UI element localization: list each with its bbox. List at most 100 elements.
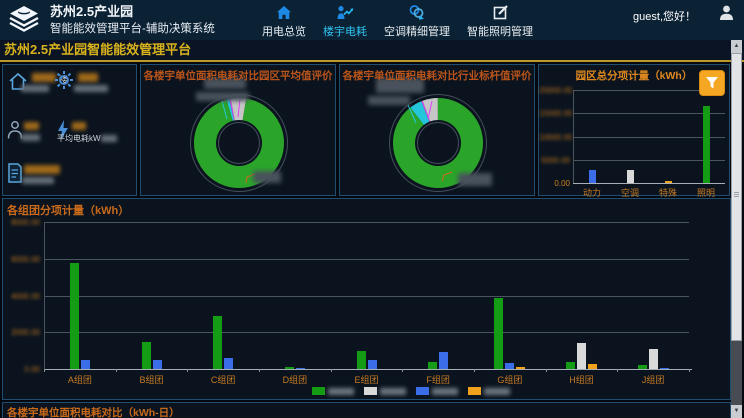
redacted-callout-label	[196, 92, 249, 101]
x-axis-category-label: J组团	[642, 373, 665, 386]
legend-item-blue[interactable]	[416, 387, 458, 395]
donut-panel-park-average: 各楼宇单位面积电耗对比园区平均值评价	[140, 64, 336, 196]
brand-title: 苏州2.5产业园	[50, 4, 215, 20]
bar-J组团-blue[interactable]	[660, 368, 669, 369]
bar-B组团-blue[interactable]	[153, 360, 162, 369]
stat-value-redacted	[72, 122, 86, 130]
x-axis-tick	[187, 369, 188, 372]
bar-H组团-orange[interactable]	[588, 364, 597, 369]
x-axis-line	[44, 369, 692, 370]
home-icon	[275, 4, 293, 21]
stat-label-redacted	[74, 85, 108, 92]
y-axis-tick-label: 0.00	[3, 365, 40, 374]
redacted-callout-label	[253, 171, 281, 183]
x-axis-category-label: A组团	[68, 373, 92, 386]
legend-item-green[interactable]	[312, 387, 354, 395]
y-axis-tick-label: 0.00	[539, 179, 570, 188]
scrollbar-up-arrow[interactable]: ▲	[731, 40, 742, 53]
donut-slice-cyan[interactable]	[230, 110, 232, 111]
bar-F组团-blue[interactable]	[439, 352, 448, 369]
x-axis-category-label: F组团	[426, 373, 450, 386]
bar-空调[interactable]	[627, 170, 634, 183]
bar-G组团-green[interactable]	[494, 298, 503, 369]
y-axis-tick-label: 15000.00	[539, 109, 570, 118]
nav-item-building-energy[interactable]: 楼宇电耗	[323, 4, 367, 39]
nav-item-lighting-management[interactable]: 智能照明管理	[467, 4, 533, 39]
bar-动力[interactable]	[589, 170, 596, 183]
nav-item-label: 用电总览	[262, 23, 306, 39]
gridline	[44, 222, 689, 223]
gridline	[44, 296, 689, 297]
sidebar-stats-panel: 楼 平均电耗kW	[2, 64, 137, 196]
x-axis-tick	[331, 369, 332, 372]
x-axis-category-label: G组团	[497, 373, 522, 386]
legend-item-gray[interactable]	[364, 387, 406, 395]
bar-F组团-green[interactable]	[428, 362, 437, 369]
bar-照明[interactable]	[703, 106, 710, 183]
donut-inner-ring	[219, 123, 260, 164]
bar-D组团-green[interactable]	[285, 367, 294, 369]
vertical-scrollbar[interactable]: ▲ ▼	[731, 40, 742, 418]
x-axis-category-label: E组团	[354, 373, 378, 386]
app-logo-icon	[6, 5, 42, 35]
y-axis-tick-label: 6000.00	[3, 255, 40, 264]
bar-特殊[interactable]	[665, 181, 672, 183]
x-axis-category-label: C组团	[211, 373, 236, 386]
donut-slice-gray[interactable]	[233, 109, 245, 110]
bar-J组团-green[interactable]	[638, 365, 647, 369]
donut-inner-ring	[418, 123, 459, 164]
stat-label-redacted	[22, 177, 54, 184]
stat-label-redacted	[21, 134, 40, 141]
panel-title: 各楼宇单位面积电耗对比（kWh-日）	[3, 403, 730, 418]
donut-chart-industry-benchmark	[340, 65, 536, 197]
nav-item-power-overview[interactable]: 用电总览	[262, 4, 306, 39]
scrollbar-grip	[734, 192, 739, 193]
bar-E组团-blue[interactable]	[368, 360, 377, 369]
nav-item-label: 楼宇电耗	[323, 23, 367, 39]
hvac-link-icon	[408, 4, 426, 21]
x-axis-tick	[402, 369, 403, 372]
x-axis-tick	[259, 369, 260, 372]
brand-subtitle: 智能能效管理平台-辅助决策系统	[50, 20, 215, 36]
donut-slice-cyan[interactable]	[417, 111, 425, 116]
bar-G组团-blue[interactable]	[505, 363, 514, 369]
bar-H组团-green[interactable]	[566, 362, 575, 369]
footer-chart-panel: 各楼宇单位面积电耗对比（kWh-日）	[2, 402, 731, 418]
x-axis-tick	[44, 369, 45, 372]
bar-A组团-blue[interactable]	[81, 360, 90, 369]
x-axis-category-label: B组团	[139, 373, 163, 386]
bar-C组团-blue[interactable]	[224, 358, 233, 369]
filter-button[interactable]	[699, 70, 725, 96]
bar-G组团-orange[interactable]	[516, 367, 525, 369]
stat-value-redacted	[24, 122, 39, 130]
legend-swatch	[416, 387, 429, 395]
bar-E组团-green[interactable]	[357, 351, 366, 369]
bar-B组团-green[interactable]	[142, 342, 151, 369]
bar-C组团-green[interactable]	[213, 316, 222, 369]
y-axis-tick-label: 8000.00	[3, 218, 40, 227]
stat-label-avg-power: 平均电耗kW	[57, 133, 117, 144]
user-icon[interactable]	[719, 5, 734, 21]
legend-label-redacted	[484, 388, 510, 395]
donut-slice-gray[interactable]	[426, 109, 438, 111]
legend-item-orange[interactable]	[468, 387, 510, 395]
donut-slice-green[interactable]	[404, 109, 472, 177]
nav-item-hvac-management[interactable]: 空调精细管理	[384, 4, 450, 39]
bar-H组团-gray[interactable]	[577, 343, 586, 369]
legend-label-redacted	[380, 388, 406, 395]
brand: 苏州2.5产业园 智能能效管理平台-辅助决策系统	[6, 4, 215, 36]
x-axis-line	[573, 183, 725, 184]
brand-text: 苏州2.5产业园 智能能效管理平台-辅助决策系统	[50, 4, 215, 36]
group-chart-panel: 各组团分项计量（kWh） 8000.006000.004000.002000.0…	[2, 198, 731, 400]
scrollbar-down-arrow[interactable]: ▼	[731, 405, 742, 418]
bar-D组团-blue[interactable]	[296, 368, 305, 369]
y-axis-tick-label: 5000.00	[539, 156, 570, 165]
legend-label-redacted	[432, 388, 458, 395]
bar-J组团-gray[interactable]	[649, 349, 658, 369]
page-titlebar: 苏州2.5产业园智能能效管理平台	[0, 40, 744, 62]
scrollbar-thumb[interactable]	[731, 53, 742, 341]
legend-swatch	[364, 387, 377, 395]
bar-A组团-green[interactable]	[70, 263, 79, 369]
main-nav: 用电总览 楼宇电耗 空调精细管理 智能照明管理	[262, 4, 533, 39]
y-axis-tick-label: 20000.00	[539, 86, 570, 95]
